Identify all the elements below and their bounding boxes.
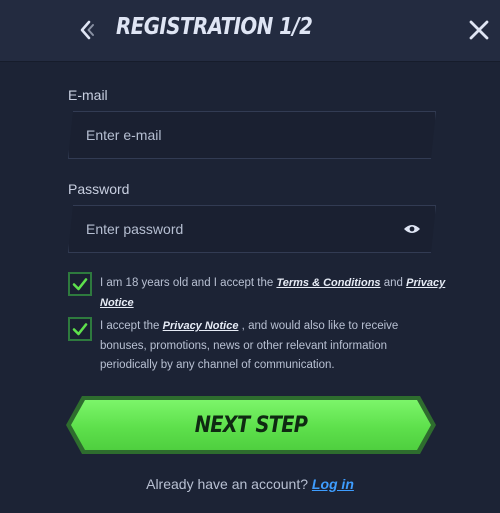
terms-text-before: I am 18 years old and I accept the: [100, 277, 277, 289]
terms-consent-text: I am 18 years old and I accept the Terms…: [100, 274, 446, 313]
checkmark-icon: [72, 323, 88, 336]
close-button[interactable]: [468, 19, 490, 41]
next-step-button[interactable]: NEXT STEP: [66, 396, 436, 454]
terms-link[interactable]: Terms & Conditions: [276, 277, 380, 289]
page-title: REGISTRATION 1/2: [116, 14, 313, 40]
marketing-checkbox[interactable]: [68, 317, 92, 341]
marketing-consent-text: I accept the Privacy Notice , and would …: [100, 317, 446, 376]
marketing-text-before: I accept the: [100, 320, 163, 332]
next-step-label: NEXT STEP: [194, 412, 308, 438]
login-link[interactable]: Log in: [312, 476, 354, 492]
email-field-wrapper: [68, 111, 436, 159]
login-prompt-text: Already have an account?: [146, 476, 312, 492]
terms-text-mid: and: [380, 277, 407, 289]
password-label: Password: [68, 181, 130, 197]
email-label: E-mail: [68, 87, 108, 103]
back-button[interactable]: [76, 18, 98, 42]
registration-modal: REGISTRATION 1/2 E-mail Password I am 18…: [0, 0, 500, 513]
password-field-wrapper: [68, 205, 436, 253]
privacy-notice-link[interactable]: Privacy Notice: [163, 320, 239, 332]
modal-header: REGISTRATION 1/2: [0, 0, 500, 62]
close-icon: [469, 20, 489, 40]
eye-icon[interactable]: [403, 223, 421, 235]
password-field[interactable]: [69, 206, 435, 252]
terms-checkbox[interactable]: [68, 272, 92, 296]
chevron-left-icon: [80, 20, 94, 40]
checkmark-icon: [72, 278, 88, 291]
login-prompt: Already have an account? Log in: [0, 476, 500, 492]
email-field[interactable]: [69, 112, 435, 158]
